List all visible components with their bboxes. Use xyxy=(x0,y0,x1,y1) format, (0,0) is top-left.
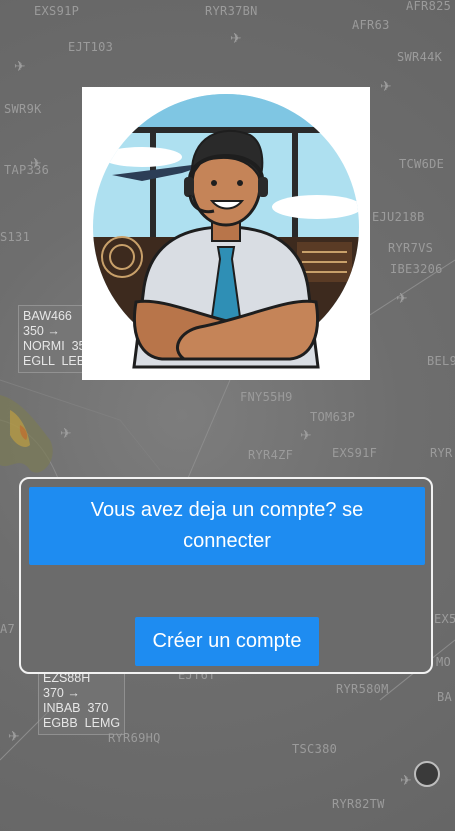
plane-icon[interactable]: ✈ xyxy=(380,78,392,95)
plane-icon[interactable]: ✈ xyxy=(396,290,408,307)
callsign[interactable]: TSC380 xyxy=(292,742,337,756)
plane-icon[interactable]: ✈ xyxy=(8,728,20,745)
callsign[interactable]: BEL9 xyxy=(427,354,455,368)
callsign[interactable]: AFR825 xyxy=(406,0,451,13)
login-button[interactable]: Vous avez deja un compte? se connecter xyxy=(29,487,425,565)
callsign[interactable]: RYR7VS xyxy=(388,241,433,255)
create-account-button[interactable]: Créer un compte xyxy=(135,617,319,666)
callsign[interactable]: EXS91F xyxy=(332,446,377,460)
callsign[interactable]: FNY55H9 xyxy=(240,390,293,404)
callsign[interactable]: RYR37BN xyxy=(205,4,258,18)
controller-avatar xyxy=(82,87,370,380)
callsign[interactable]: MO xyxy=(436,655,451,669)
callsign[interactable]: TCW6DE xyxy=(399,157,444,171)
plane-icon[interactable]: ✈ xyxy=(300,427,312,444)
plane-icon[interactable]: ✈ xyxy=(230,30,242,47)
callsign[interactable]: TOM63P xyxy=(310,410,355,424)
callsign[interactable]: EJU218B xyxy=(372,210,425,224)
callsign[interactable]: A7 xyxy=(0,622,15,636)
callsign[interactable]: BA xyxy=(437,690,452,704)
callsign[interactable]: SWR44K xyxy=(397,50,442,64)
plane-icon[interactable]: ✈ xyxy=(14,58,26,75)
callsign[interactable]: S131 xyxy=(0,230,30,244)
auth-dialog: Vous avez deja un compte? se connecter C… xyxy=(19,477,433,674)
callsign[interactable]: RYR4ZF xyxy=(248,448,293,462)
callsign[interactable]: RYR82TW xyxy=(332,797,385,811)
callsign[interactable]: SWR9K xyxy=(4,102,42,116)
callsign[interactable]: EJT103 xyxy=(68,40,113,54)
plane-icon[interactable]: ✈ xyxy=(60,425,72,442)
plane-icon[interactable]: ✈ xyxy=(400,772,412,789)
location-dot-icon[interactable] xyxy=(414,761,440,787)
callsign[interactable]: RYR xyxy=(430,446,453,460)
callsign[interactable]: AFR63 xyxy=(352,18,390,32)
callsign[interactable]: IBE3206 xyxy=(390,262,443,276)
air-traffic-controller-avatar-icon xyxy=(93,94,359,369)
callsign[interactable]: EX5 xyxy=(434,612,455,626)
flight-tag[interactable]: EZS88H 370 → INBAB 370 EGBB LEMG xyxy=(38,667,126,735)
plane-icon[interactable]: ✈ xyxy=(30,155,42,172)
callsign[interactable]: TAP336 xyxy=(4,163,49,177)
flight-tag-line: INBAB 370 xyxy=(43,701,109,715)
flight-tag-line: EGBB LEMG xyxy=(43,716,121,730)
flight-tag-line: 350 → xyxy=(23,324,60,338)
flight-tag-line: BAW466 xyxy=(23,309,72,323)
callsign[interactable]: EXS91P xyxy=(34,4,79,18)
callsign[interactable]: RYR580M xyxy=(336,682,389,696)
flight-tag-line: 370 → xyxy=(43,686,80,700)
